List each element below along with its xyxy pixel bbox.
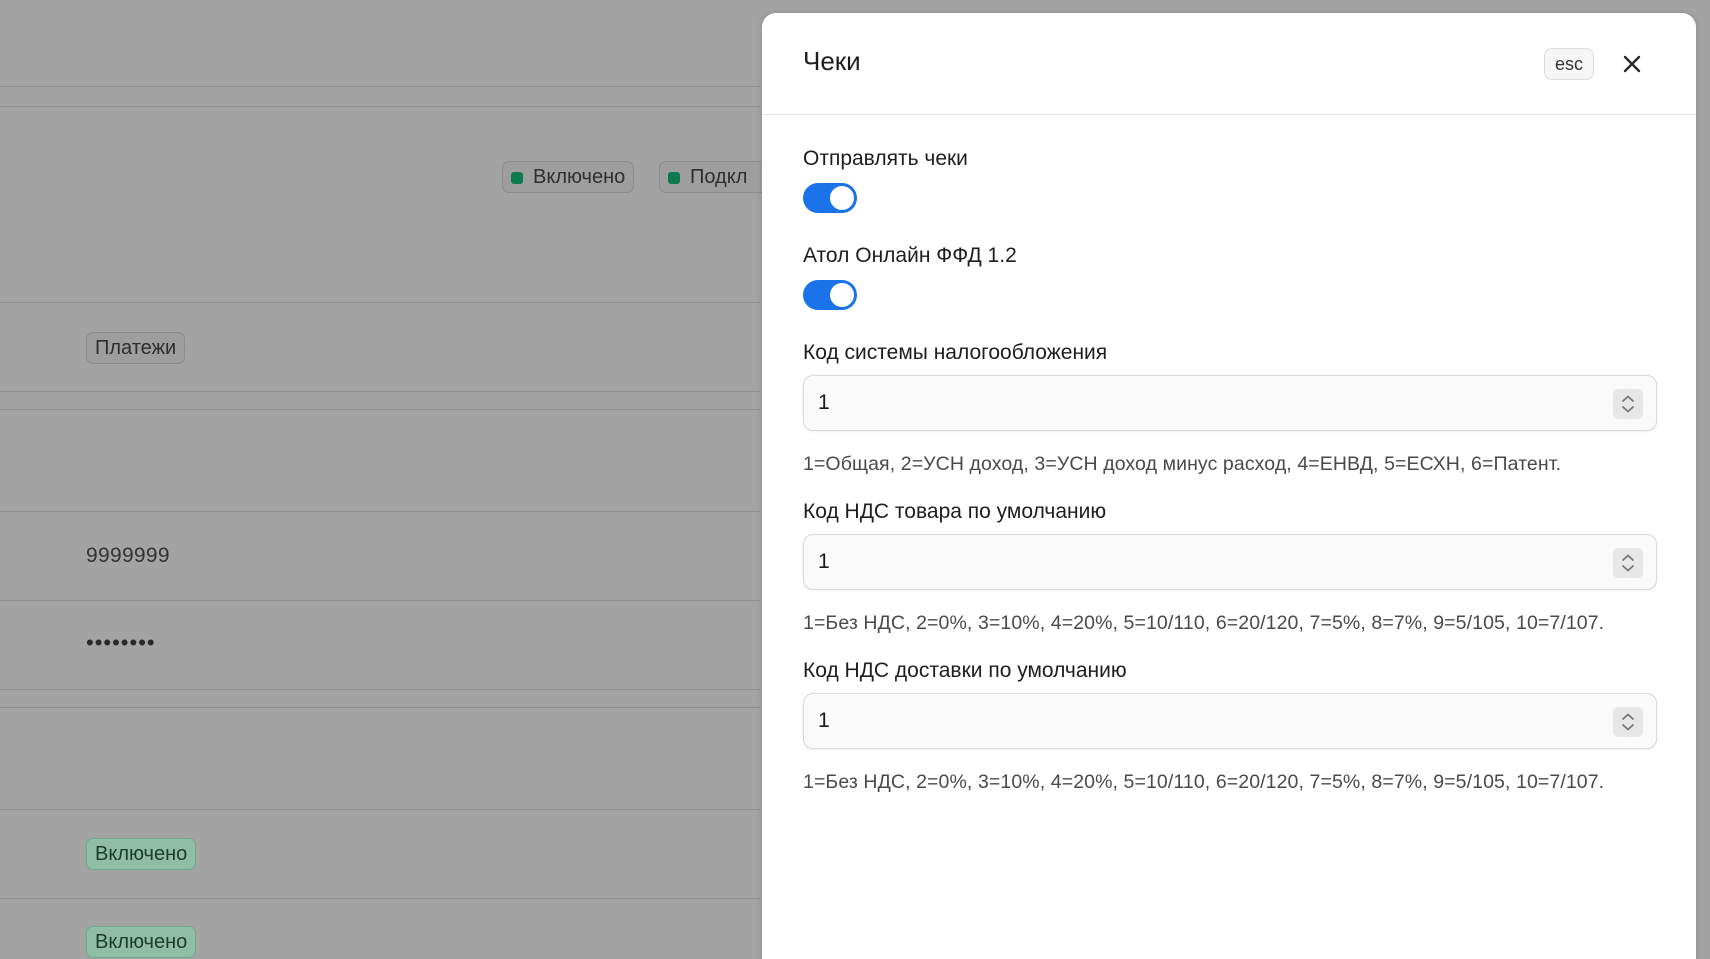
vat-delivery-stepper[interactable] <box>1613 707 1643 737</box>
stepper-icon <box>1622 713 1634 731</box>
send-receipts-toggle[interactable] <box>803 183 857 213</box>
divider <box>0 511 760 512</box>
divider <box>0 898 760 899</box>
stepper-icon <box>1622 395 1634 413</box>
tax-system-label: Код системы налогообложения <box>803 341 1108 364</box>
divider <box>0 409 760 410</box>
stepper-icon <box>1622 554 1634 572</box>
vat-goods-stepper[interactable] <box>1613 548 1643 578</box>
atol-ffd-label: Атол Онлайн ФФД 1.2 <box>803 244 1017 267</box>
send-receipts-label: Отправлять чеки <box>803 147 968 170</box>
vat-delivery-label: Код НДС доставки по умолчанию <box>803 659 1127 682</box>
vat-delivery-hint: 1=Без НДС, 2=0%, 3=10%, 4=20%, 5=10/110,… <box>803 771 1605 793</box>
vat-goods-input[interactable]: 1 <box>803 534 1657 590</box>
divider <box>0 809 760 810</box>
panel-title: Чеки <box>803 46 861 76</box>
esc-key-hint: esc <box>1544 48 1594 80</box>
status-dot-icon <box>668 172 680 184</box>
divider <box>0 707 760 708</box>
tax-system-input[interactable]: 1 <box>803 375 1657 431</box>
status-badge-enabled: Включено <box>86 926 197 958</box>
divider <box>0 106 760 107</box>
status-dot-icon <box>511 172 523 184</box>
tag-payments: Платежи <box>86 332 186 364</box>
password-mask: •••••••• <box>86 630 156 655</box>
divider <box>0 600 760 601</box>
divider <box>0 689 760 690</box>
tax-system-value[interactable]: 1 <box>818 391 830 415</box>
vat-goods-hint: 1=Без НДС, 2=0%, 3=10%, 4=20%, 5=10/110,… <box>803 612 1605 634</box>
login-value: 9999999 <box>86 544 170 567</box>
panel-header: Чеки esc <box>762 13 1696 115</box>
close-icon <box>1623 55 1641 73</box>
vat-delivery-value[interactable]: 1 <box>818 709 830 733</box>
vat-goods-label: Код НДС товара по умолчанию <box>803 500 1107 523</box>
tax-system-hint: 1=Общая, 2=УСН доход, 3=УСН доход минус … <box>803 453 1562 475</box>
divider <box>0 391 760 392</box>
close-button[interactable] <box>1618 50 1646 78</box>
divider <box>0 86 760 87</box>
atol-ffd-toggle[interactable] <box>803 280 857 310</box>
status-badge-enabled: Включено <box>502 161 635 193</box>
divider <box>0 302 760 303</box>
toggle-knob <box>830 283 854 307</box>
vat-goods-value[interactable]: 1 <box>818 550 830 574</box>
receipts-panel: Чеки esc Отправлять чеки Атол Онлайн ФФД… <box>762 13 1696 959</box>
status-badge-connected: Подкл <box>659 161 769 193</box>
status-badge-enabled: Включено <box>86 838 197 870</box>
vat-delivery-input[interactable]: 1 <box>803 693 1657 749</box>
tax-system-stepper[interactable] <box>1613 389 1643 419</box>
toggle-knob <box>830 186 854 210</box>
